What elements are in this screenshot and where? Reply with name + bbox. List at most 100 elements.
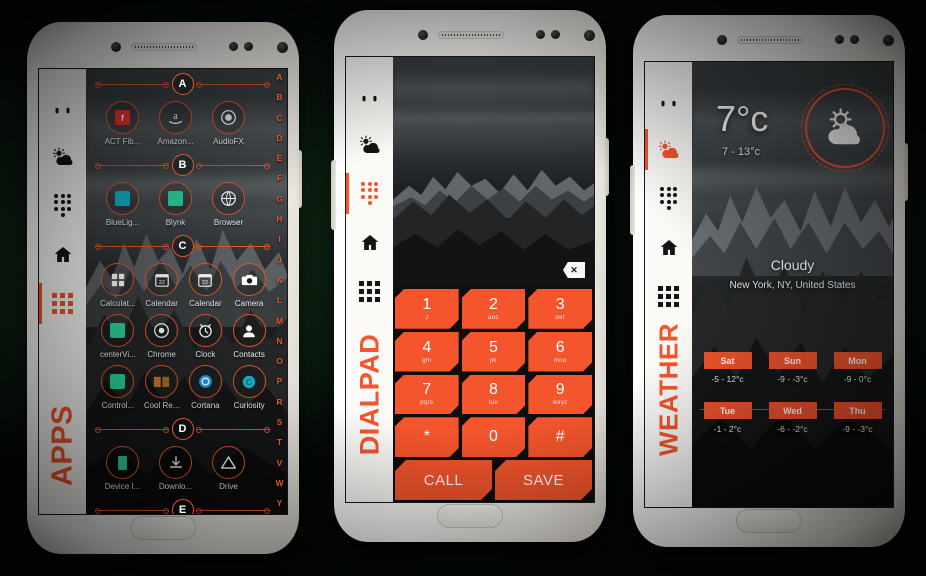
app-item[interactable]: a Amazon...	[149, 101, 202, 147]
app-item[interactable]: Contacts	[227, 314, 271, 360]
sidebar-item-headphones[interactable]	[346, 71, 393, 120]
forecast-day-name: Tue	[703, 402, 752, 419]
alpha-letter[interactable]: L	[277, 296, 282, 305]
section-letter: E	[171, 499, 194, 514]
home-button[interactable]	[736, 509, 802, 533]
alpha-letter[interactable]: J	[277, 256, 282, 265]
power-button[interactable]	[604, 138, 609, 196]
home-button[interactable]	[130, 516, 196, 540]
alpha-letter[interactable]: N	[276, 337, 282, 346]
alphabet-scrubber[interactable]: A B C D E F G H I J K L M N O P R S T V …	[272, 69, 287, 514]
blynk-icon	[159, 182, 192, 215]
dial-key-0[interactable]: 0	[462, 417, 526, 457]
sidebar-item-headphones[interactable]	[645, 76, 692, 125]
app-item[interactable]: f ACT Fib...	[96, 101, 149, 147]
app-item[interactable]: C Curiosity	[227, 365, 271, 411]
sidebar-item-dialpad[interactable]	[346, 169, 393, 218]
alpha-letter[interactable]: T	[277, 438, 282, 447]
dial-key-8[interactable]: 8 tuv	[462, 375, 526, 415]
key-number: 2	[489, 295, 498, 313]
app-drawer-list[interactable]: A f ACT Fib... a Amazon... AudioFX B Blu…	[86, 69, 287, 514]
app-item[interactable]: BlueLig...	[96, 182, 149, 228]
sidebar-item-dialpad[interactable]	[645, 174, 692, 223]
alpha-letter[interactable]: P	[277, 377, 283, 386]
sidebar-item-dialpad[interactable]	[39, 181, 86, 230]
dial-key-star[interactable]: *	[395, 417, 459, 457]
alpha-letter[interactable]: F	[277, 174, 282, 183]
forecast-day[interactable]: Sat -5 - 12°c	[698, 352, 757, 384]
home-button[interactable]	[437, 504, 503, 528]
app-item[interactable]: Browser	[202, 182, 255, 228]
app-item[interactable]: Cortana	[184, 365, 228, 411]
volume-button[interactable]	[331, 160, 336, 230]
app-item[interactable]: Camera	[227, 263, 271, 309]
power-button[interactable]	[297, 150, 302, 208]
app-item[interactable]: Clock	[184, 314, 228, 360]
dial-number-display[interactable]: ✕	[393, 57, 594, 287]
dial-key-hash[interactable]: #	[528, 417, 592, 457]
alpha-letter[interactable]: G	[276, 195, 283, 204]
app-item[interactable]: AudioFX	[202, 101, 255, 147]
rail-label-dialpad: DIALPAD	[354, 333, 384, 456]
dial-key-6[interactable]: 6 mno	[528, 332, 592, 372]
app-item[interactable]: Downlo...	[149, 446, 202, 492]
volume-button[interactable]	[630, 165, 635, 235]
alpha-letter[interactable]: E	[277, 154, 283, 163]
alpha-letter[interactable]: O	[276, 357, 283, 366]
forecast-day[interactable]: Thu -9 - -3°c	[828, 402, 887, 434]
alpha-letter[interactable]: W	[275, 479, 283, 488]
alpha-letter[interactable]: Y	[277, 499, 283, 508]
sidebar-item-weather[interactable]	[39, 132, 86, 181]
forecast-day[interactable]: Tue -1 - 2°c	[698, 402, 757, 434]
sidebar-item-weather[interactable]	[346, 120, 393, 169]
forecast-day[interactable]: Mon -9 - 0°c	[828, 352, 887, 384]
app-item[interactable]: Blynk	[149, 182, 202, 228]
app-item[interactable]: 22 Calendar	[140, 263, 184, 309]
sidebar-item-headphones[interactable]	[39, 83, 86, 132]
section-letter: C	[171, 235, 194, 257]
sidebar-item-apps[interactable]	[39, 279, 86, 328]
alpha-letter[interactable]: V	[277, 459, 283, 468]
save-button[interactable]: SAVE	[495, 460, 592, 500]
sidebar-item-home[interactable]	[645, 223, 692, 272]
dial-key-9[interactable]: 9 wxyz	[528, 375, 592, 415]
dial-key-4[interactable]: 4 ghi	[395, 332, 459, 372]
call-button[interactable]: CALL	[395, 460, 492, 500]
alpha-letter[interactable]: I	[278, 235, 280, 244]
app-item[interactable]: Chrome	[140, 314, 184, 360]
condition-text: Cloudy	[770, 257, 815, 273]
apps-grid-icon	[52, 293, 73, 314]
app-item[interactable]: Drive	[202, 446, 255, 492]
app-item[interactable]: Cool Re...	[140, 365, 184, 411]
dial-key-7[interactable]: 7 pqrs	[395, 375, 459, 415]
sidebar-item-home[interactable]	[39, 230, 86, 279]
alpha-letter[interactable]: S	[277, 418, 283, 427]
alpha-letter[interactable]: R	[276, 398, 282, 407]
sidebar-item-apps[interactable]	[346, 267, 393, 316]
power-button[interactable]	[903, 143, 908, 201]
audiofx-icon	[212, 101, 245, 134]
phone-mockup-dialpad: DIALPAD ✕ 1 J 2 abc 3 def 4 ghi 5 jkl 6 …	[331, 10, 609, 542]
alpha-letter[interactable]: A	[276, 73, 282, 82]
alpha-letter[interactable]: D	[276, 134, 282, 143]
alpha-letter[interactable]: M	[276, 317, 283, 326]
dial-key-3[interactable]: 3 def	[528, 289, 592, 329]
dialpad-keys[interactable]: 1 J 2 abc 3 def 4 ghi 5 jkl 6 mno 7 pqrs…	[393, 287, 594, 502]
sidebar-item-apps[interactable]	[645, 272, 692, 321]
app-item[interactable]: Calculat...	[96, 263, 140, 309]
sidebar-item-home[interactable]	[346, 218, 393, 267]
alpha-letter[interactable]: C	[276, 114, 282, 123]
sidebar-item-weather[interactable]	[645, 125, 692, 174]
app-item[interactable]: centerVi...	[96, 314, 140, 360]
app-item[interactable]: Control...	[96, 365, 140, 411]
alpha-letter[interactable]: H	[276, 215, 282, 224]
app-item[interactable]: Device I...	[96, 446, 149, 492]
dial-key-1[interactable]: 1 J	[395, 289, 459, 329]
forecast-day[interactable]: Wed -6 - -2°c	[763, 402, 822, 434]
app-item[interactable]: 22 Calendar	[184, 263, 228, 309]
dial-key-2[interactable]: 2 abc	[462, 289, 526, 329]
forecast-day[interactable]: Sun -9 - -3°c	[763, 352, 822, 384]
alpha-letter[interactable]: K	[276, 276, 282, 285]
dial-key-5[interactable]: 5 jkl	[462, 332, 526, 372]
alpha-letter[interactable]: B	[276, 93, 282, 102]
